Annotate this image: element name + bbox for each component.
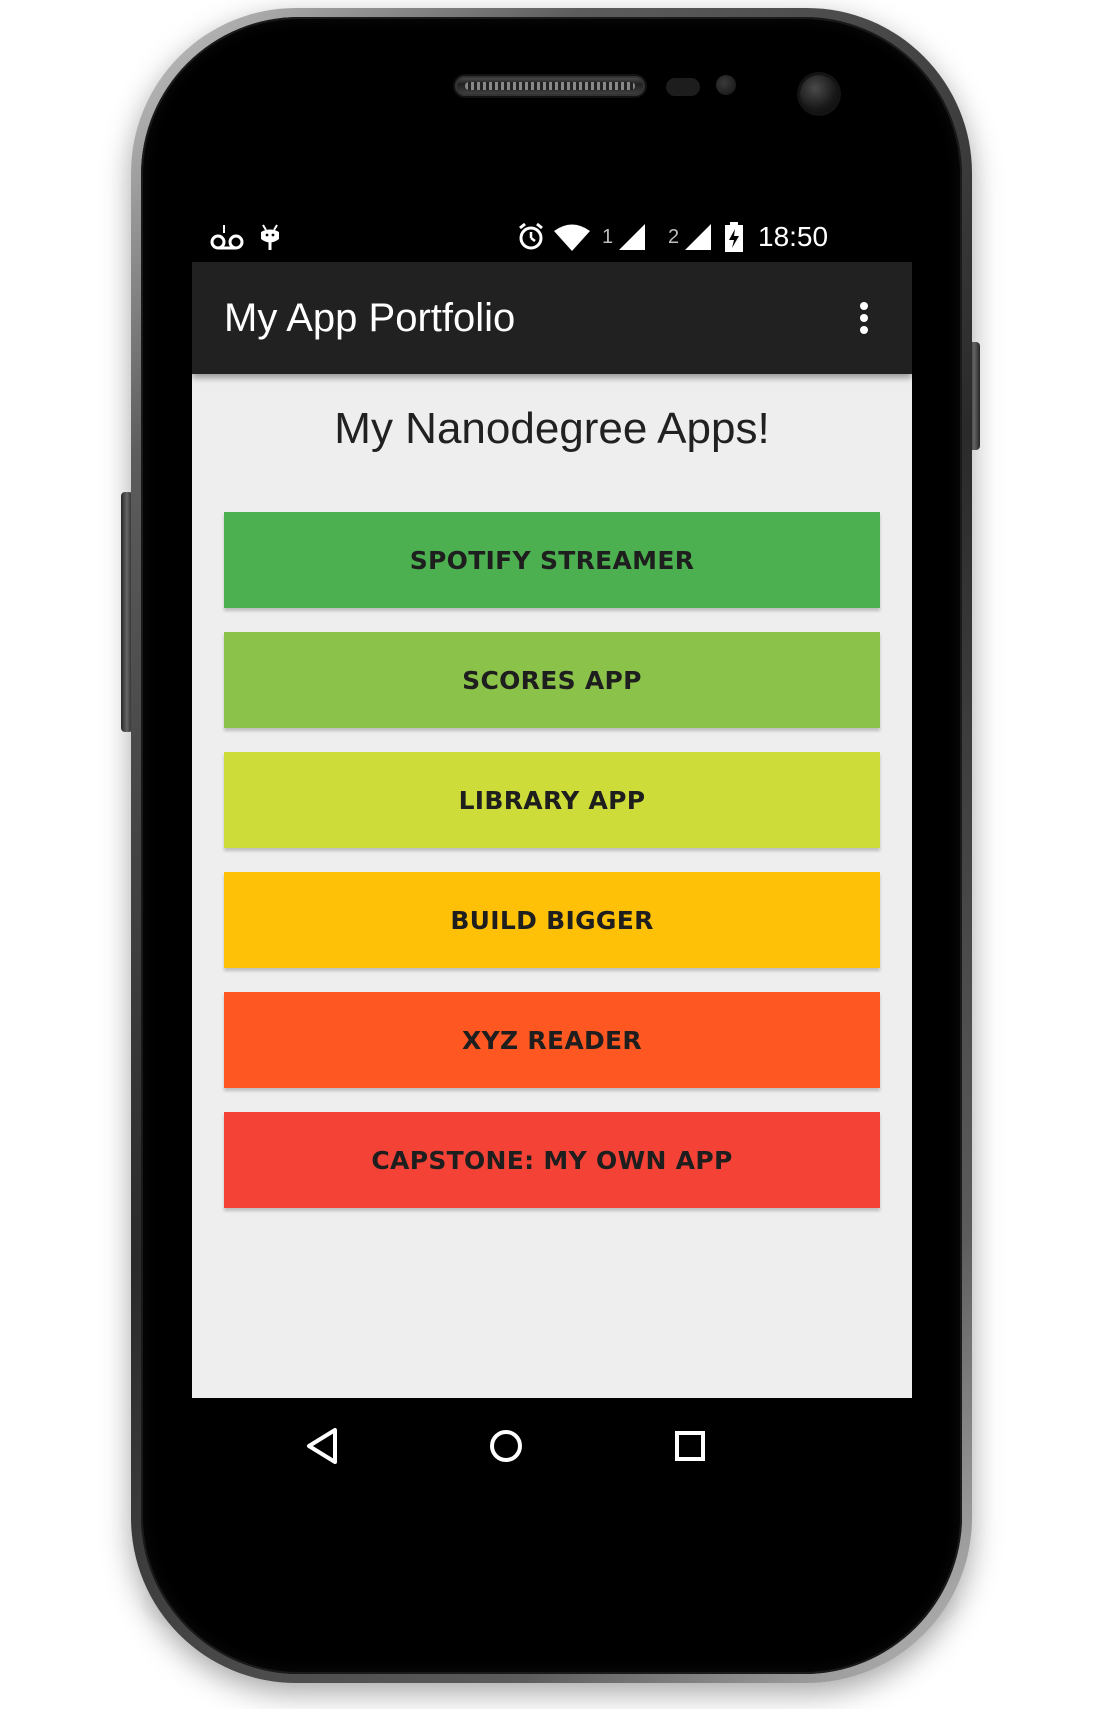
spotify-streamer-button[interactable]: SPOTIFY STREAMER	[224, 512, 880, 608]
proximity-sensor	[666, 78, 700, 96]
cell-signal-icon	[685, 224, 712, 250]
app-title: My App Portfolio	[224, 296, 516, 340]
more-vert-icon[interactable]	[852, 298, 876, 338]
sim1-group: 1	[602, 212, 646, 262]
recents-icon[interactable]	[660, 1416, 720, 1476]
sim1-label: 1	[602, 225, 614, 248]
wifi-icon	[554, 212, 590, 262]
voicemail-icon	[210, 212, 244, 262]
front-camera	[800, 75, 838, 113]
xyz-reader-button[interactable]: XYZ READER	[224, 992, 880, 1088]
alarm-icon	[516, 212, 546, 262]
capstone-button[interactable]: CAPSTONE: MY OWN APP	[224, 1112, 880, 1208]
battery-charging-icon	[724, 212, 744, 262]
page-heading: My Nanodegree Apps!	[334, 404, 770, 453]
back-icon[interactable]	[292, 1416, 352, 1476]
library-app-button[interactable]: LIBRARY APP	[224, 752, 880, 848]
home-icon[interactable]	[476, 1416, 536, 1476]
navigation-bar	[192, 1398, 912, 1495]
device-frame-stage: 1 2 18:50 My App Portfolio My Nanodegree…	[0, 0, 1101, 1709]
status-clock: 18:50	[758, 221, 829, 252]
cell-signal-icon	[619, 224, 646, 250]
app-button-list: SPOTIFY STREAMER SCORES APP LIBRARY APP …	[224, 512, 880, 1232]
scores-app-button[interactable]: SCORES APP	[224, 632, 880, 728]
status-bar: 1 2 18:50	[192, 212, 912, 262]
sim2-group: 2	[668, 212, 712, 262]
phone-screen: 1 2 18:50 My App Portfolio My Nanodegree…	[192, 212, 912, 1495]
light-sensor	[716, 75, 736, 95]
sim2-label: 2	[668, 225, 680, 248]
app-toolbar: My App Portfolio	[192, 262, 912, 374]
earpiece-speaker	[455, 76, 645, 96]
build-bigger-button[interactable]: BUILD BIGGER	[224, 872, 880, 968]
main-content: My Nanodegree Apps! SPOTIFY STREAMER SCO…	[192, 374, 912, 1398]
android-debug-icon	[258, 212, 282, 262]
